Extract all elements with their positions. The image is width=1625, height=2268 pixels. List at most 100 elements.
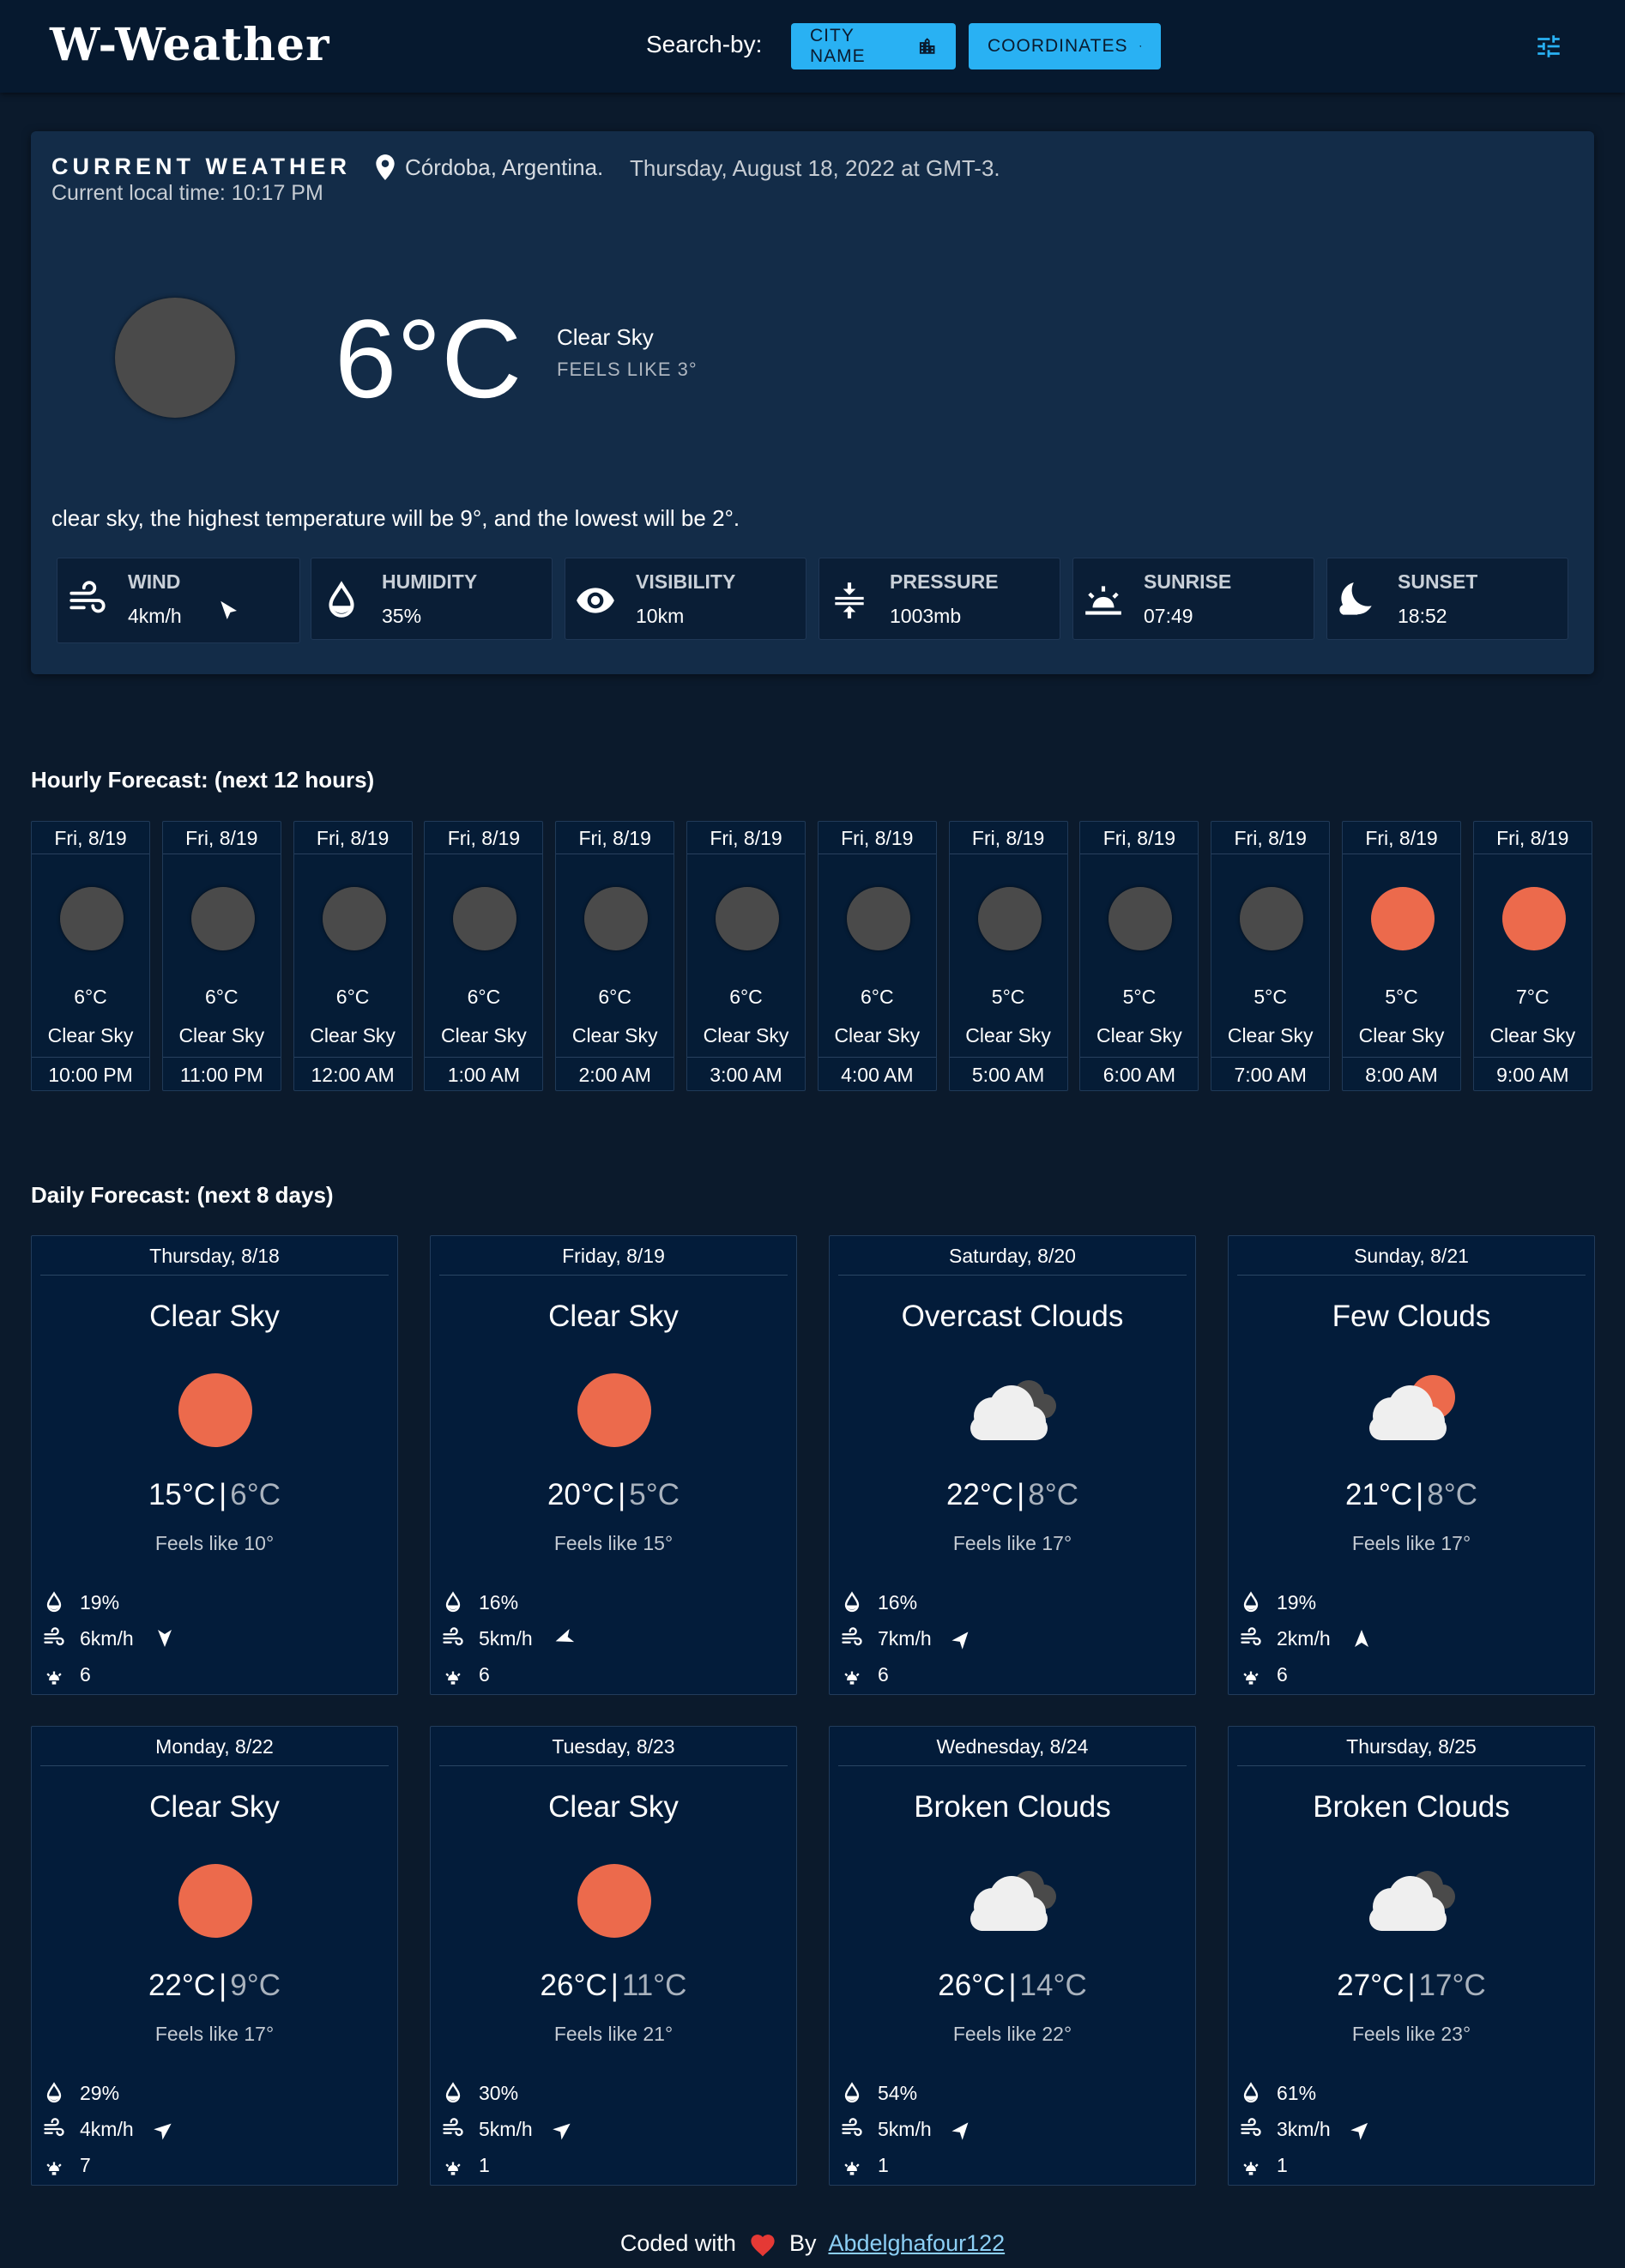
wind-direction-arrow-icon	[220, 600, 237, 619]
city-name-button[interactable]: CITY NAME	[791, 23, 956, 69]
uv-index-icon	[445, 2162, 461, 2175]
daily-temp-separator: |	[1017, 1478, 1025, 1511]
daily-uv-value: 6	[1277, 1662, 1288, 1686]
daily-temperature-range: 26°C | 14°C	[830, 1969, 1195, 2003]
daily-wind-value: 5km/h	[479, 1626, 533, 1650]
wind-icon	[69, 581, 106, 613]
daily-wind-value: 6km/h	[80, 1626, 134, 1650]
coordinates-button[interactable]: COORDINATES	[969, 23, 1161, 69]
settings-sliders-icon[interactable]	[1534, 32, 1563, 61]
hourly-card: Fri, 8/19 5°C Clear Sky 8:00 AM	[1342, 821, 1461, 1091]
wind-icon	[1241, 2118, 1261, 2137]
hourly-temperature: 7°C	[1515, 986, 1549, 1008]
daily-high: 26°C	[938, 1969, 1006, 2002]
daily-day: Monday, 8/22	[40, 1727, 389, 1766]
sun-icon	[577, 1373, 651, 1447]
stat-visibility-value: 10km	[636, 605, 685, 627]
hourly-temperature: 6°C	[467, 986, 501, 1008]
hourly-description: Clear Sky	[965, 1024, 1051, 1047]
daily-low: 8°C	[1028, 1478, 1079, 1511]
pressure-compress-icon	[835, 582, 864, 618]
daily-description: Clear Sky	[548, 1790, 679, 1824]
daily-temp-separator: |	[1008, 1969, 1017, 2002]
daily-humidity-value: 16%	[878, 1590, 918, 1614]
hourly-time: 12:00 AM	[293, 1057, 412, 1091]
daily-high: 27°C	[1337, 1969, 1405, 2002]
daily-wind: 7km/h	[840, 1626, 973, 1650]
hourly-card: Fri, 8/19 7°C Clear Sky 9:00 AM	[1472, 821, 1592, 1091]
daily-temperature-range: 15°C | 6°C	[32, 1478, 397, 1512]
daily-temp-separator: |	[1416, 1478, 1424, 1511]
daily-humidity: 19%	[42, 1590, 119, 1614]
daily-high: 22°C	[945, 1478, 1014, 1511]
daily-temp-separator: |	[610, 1969, 619, 2002]
app-logo[interactable]: W-Weather	[50, 19, 330, 71]
daily-uv-value: 6	[479, 1662, 490, 1686]
author-link[interactable]: Abdelghafour122	[828, 2230, 1005, 2257]
hourly-time: 8:00 AM	[1343, 1057, 1460, 1091]
daily-humidity-value: 19%	[80, 1590, 120, 1614]
daily-uv: 6	[42, 1662, 91, 1686]
humidity-drop-icon	[844, 1591, 860, 1613]
daily-uv-value: 7	[80, 2153, 91, 2176]
wind-icon	[443, 1627, 463, 1646]
hourly-temperature: 6°C	[860, 986, 894, 1008]
stat-humidity: HUMIDITY 35%	[311, 558, 553, 640]
daily-card: Friday, 8/19 Clear Sky 20°C | 5°C Feels like …	[430, 1235, 797, 1695]
coordinates-button-label: COORDINATES	[988, 36, 1128, 56]
eye-icon	[577, 588, 614, 613]
hourly-time: 3:00 AM	[687, 1057, 805, 1091]
daily-description: Clear Sky	[149, 1790, 280, 1824]
stat-humidity-value: 35%	[382, 605, 422, 627]
daily-feels-like: Feels like 23°	[1351, 2023, 1471, 2045]
current-date: Thursday, August 18, 2022 at GMT-3.	[630, 155, 1000, 181]
clear-night-moon-icon	[1109, 887, 1173, 950]
daily-card: Wednesday, 8/24 Broken Clouds 26°C | 14°C Fee…	[829, 1726, 1196, 2186]
daily-low: 8°C	[1427, 1478, 1478, 1511]
stat-sunrise-value: 07:49	[1144, 605, 1193, 627]
clear-night-moon-icon	[453, 887, 517, 950]
daily-card: Saturday, 8/20 Overcast Clouds 22°C | 8°C Fee…	[829, 1235, 1196, 1695]
daily-temperature-range: 21°C | 8°C	[1229, 1478, 1594, 1512]
sun-icon	[178, 1373, 252, 1447]
current-location-text: Córdoba, Argentina.	[405, 154, 604, 180]
clouds-icon	[970, 1871, 1056, 1931]
wind-direction-arrow-icon	[1350, 2122, 1368, 2140]
uv-index-icon	[46, 1671, 62, 1685]
uv-index-icon	[844, 2162, 860, 2175]
hourly-card: Fri, 8/19 6°C Clear Sky 1:00 AM	[424, 821, 544, 1091]
stat-wind-label: WIND	[128, 570, 181, 593]
clear-night-moon-icon	[115, 298, 235, 418]
daily-humidity: 30%	[441, 2081, 518, 2105]
daily-uv-value: 1	[1277, 2153, 1288, 2176]
wind-icon	[44, 2118, 64, 2137]
daily-wind-value: 2km/h	[1277, 1626, 1331, 1650]
daily-wind-value: 7km/h	[878, 1626, 932, 1650]
daily-temp-separator: |	[219, 1969, 227, 2002]
stat-pressure-label: PRESSURE	[890, 570, 999, 593]
daily-day: Thursday, 8/18	[40, 1236, 389, 1276]
daily-uv: 1	[441, 2153, 490, 2177]
hourly-description: Clear Sky	[1489, 1024, 1576, 1047]
wind-direction-arrow-icon	[552, 2123, 571, 2140]
daily-humidity: 16%	[441, 1590, 518, 1614]
uv-index-icon	[445, 1671, 461, 1685]
uv-index-icon	[1243, 2162, 1259, 2175]
hourly-temperature: 6°C	[74, 986, 107, 1008]
hourly-card: Fri, 8/19 5°C Clear Sky 7:00 AM	[1211, 821, 1331, 1091]
daily-feels-like: Feels like 17°	[952, 1532, 1072, 1554]
hourly-time: 10:00 PM	[32, 1057, 149, 1091]
daily-uv: 6	[840, 1662, 889, 1686]
clear-night-moon-icon	[60, 887, 124, 950]
daily-temp-separator: |	[618, 1478, 626, 1511]
hourly-temperature: 5°C	[1385, 986, 1418, 1008]
daily-high: 26°C	[540, 1969, 607, 2002]
daily-temperature-range: 27°C | 17°C	[1229, 1969, 1594, 2003]
stat-humidity-label: HUMIDITY	[382, 570, 478, 593]
daily-feels-like: Feels like 15°	[553, 1532, 674, 1554]
hourly-temperature: 6°C	[598, 986, 631, 1008]
daily-humidity: 19%	[1239, 1590, 1316, 1614]
stat-visibility: VISIBILITY 10km	[565, 558, 806, 640]
daily-humidity: 29%	[42, 2081, 119, 2105]
stat-sunset: SUNSET 18:52	[1326, 558, 1568, 640]
